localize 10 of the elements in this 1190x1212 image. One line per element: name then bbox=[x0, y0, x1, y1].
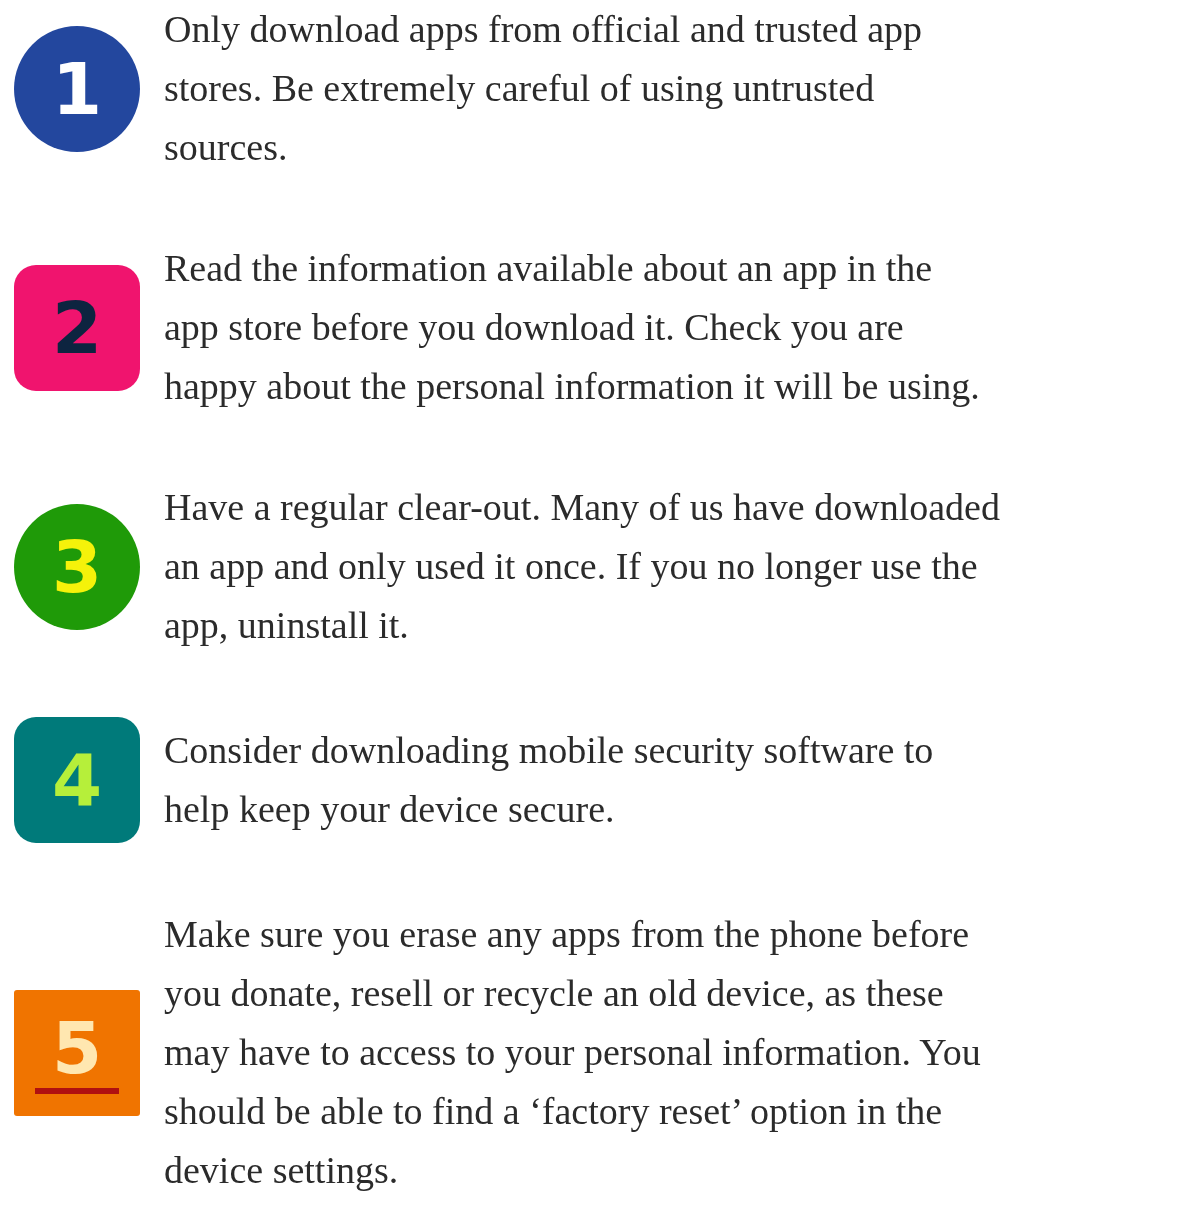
tip-text: Read the information available about an app in the app store before you download it. Check you are happy about the personal information it will be using. bbox=[164, 246, 980, 409]
tip-text: Consider downloading mobile security software to help keep your device secure. bbox=[164, 728, 934, 832]
tip-text: Make sure you erase any apps from the phone before you donate, resell or recycle an old device, as these may have to access to your personal information. You should be able to find a ‘factory reset’ option in the device settings. bbox=[164, 912, 981, 1193]
badge-number: 4 bbox=[51, 744, 103, 816]
tip-text: Have a regular clear-out. Many of us have downloaded an app and only used it once. If you no longer use the app, uninstall it. bbox=[164, 485, 1000, 648]
tip-text: Only download apps from official and trusted app stores. Be extremely careful of using untrusted sources. bbox=[164, 7, 923, 170]
badge-number: 1 bbox=[51, 52, 103, 125]
badge-number: 2 bbox=[51, 291, 103, 364]
badge-number: 5 bbox=[51, 1011, 103, 1084]
badge-number: 3 bbox=[51, 530, 103, 603]
